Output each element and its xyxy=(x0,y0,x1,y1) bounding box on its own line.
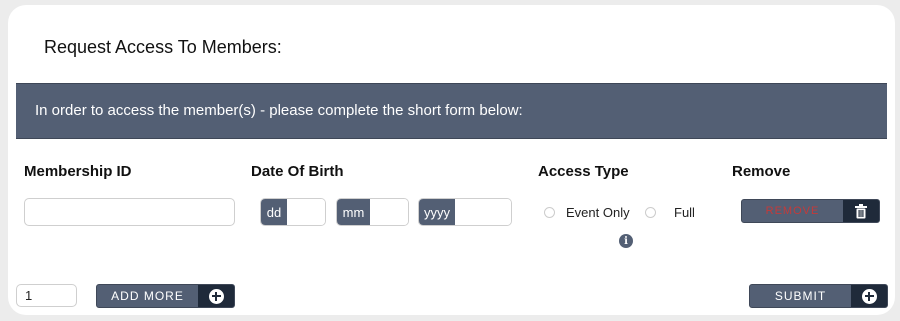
membership-id-header: Membership ID xyxy=(24,163,132,180)
dob-month-input[interactable] xyxy=(370,199,408,225)
row-count-input[interactable] xyxy=(16,284,77,307)
access-option-full[interactable]: Full xyxy=(645,205,695,220)
banner-text: In order to access the member(s) - pleas… xyxy=(35,102,523,119)
add-more-label: ADD MORE xyxy=(111,289,184,303)
dob-year-input[interactable] xyxy=(455,199,511,225)
submit-label: SUBMIT xyxy=(774,289,827,303)
remove-header: Remove xyxy=(732,163,791,180)
dob-month-group: mm xyxy=(336,198,409,226)
dob-year-addon: yyyy xyxy=(419,199,455,225)
access-option-event-only[interactable]: Event Only xyxy=(544,205,630,220)
date-of-birth-header: Date Of Birth xyxy=(251,163,344,180)
dob-day-input[interactable] xyxy=(287,199,325,225)
info-icon[interactable]: i xyxy=(619,234,633,248)
dob-year-group: yyyy xyxy=(418,198,512,226)
dob-day-addon: dd xyxy=(261,199,287,225)
trash-icon xyxy=(843,200,879,222)
plus-circle-icon xyxy=(851,285,887,307)
plus-circle-icon xyxy=(198,285,234,307)
event-only-radio[interactable] xyxy=(544,207,555,218)
membership-id-input[interactable] xyxy=(24,198,235,226)
info-banner: In order to access the member(s) - pleas… xyxy=(16,83,887,139)
dob-day-group: dd xyxy=(260,198,326,226)
remove-button[interactable]: REMOVE xyxy=(741,199,880,223)
access-type-header: Access Type xyxy=(538,163,629,180)
page-title: Request Access To Members: xyxy=(44,37,282,57)
add-more-button[interactable]: ADD MORE xyxy=(96,284,235,308)
event-only-label: Event Only xyxy=(566,205,630,220)
full-radio[interactable] xyxy=(645,207,656,218)
dob-month-addon: mm xyxy=(337,199,370,225)
remove-button-label: REMOVE xyxy=(765,205,820,217)
full-label: Full xyxy=(674,205,695,220)
submit-button[interactable]: SUBMIT xyxy=(749,284,888,308)
